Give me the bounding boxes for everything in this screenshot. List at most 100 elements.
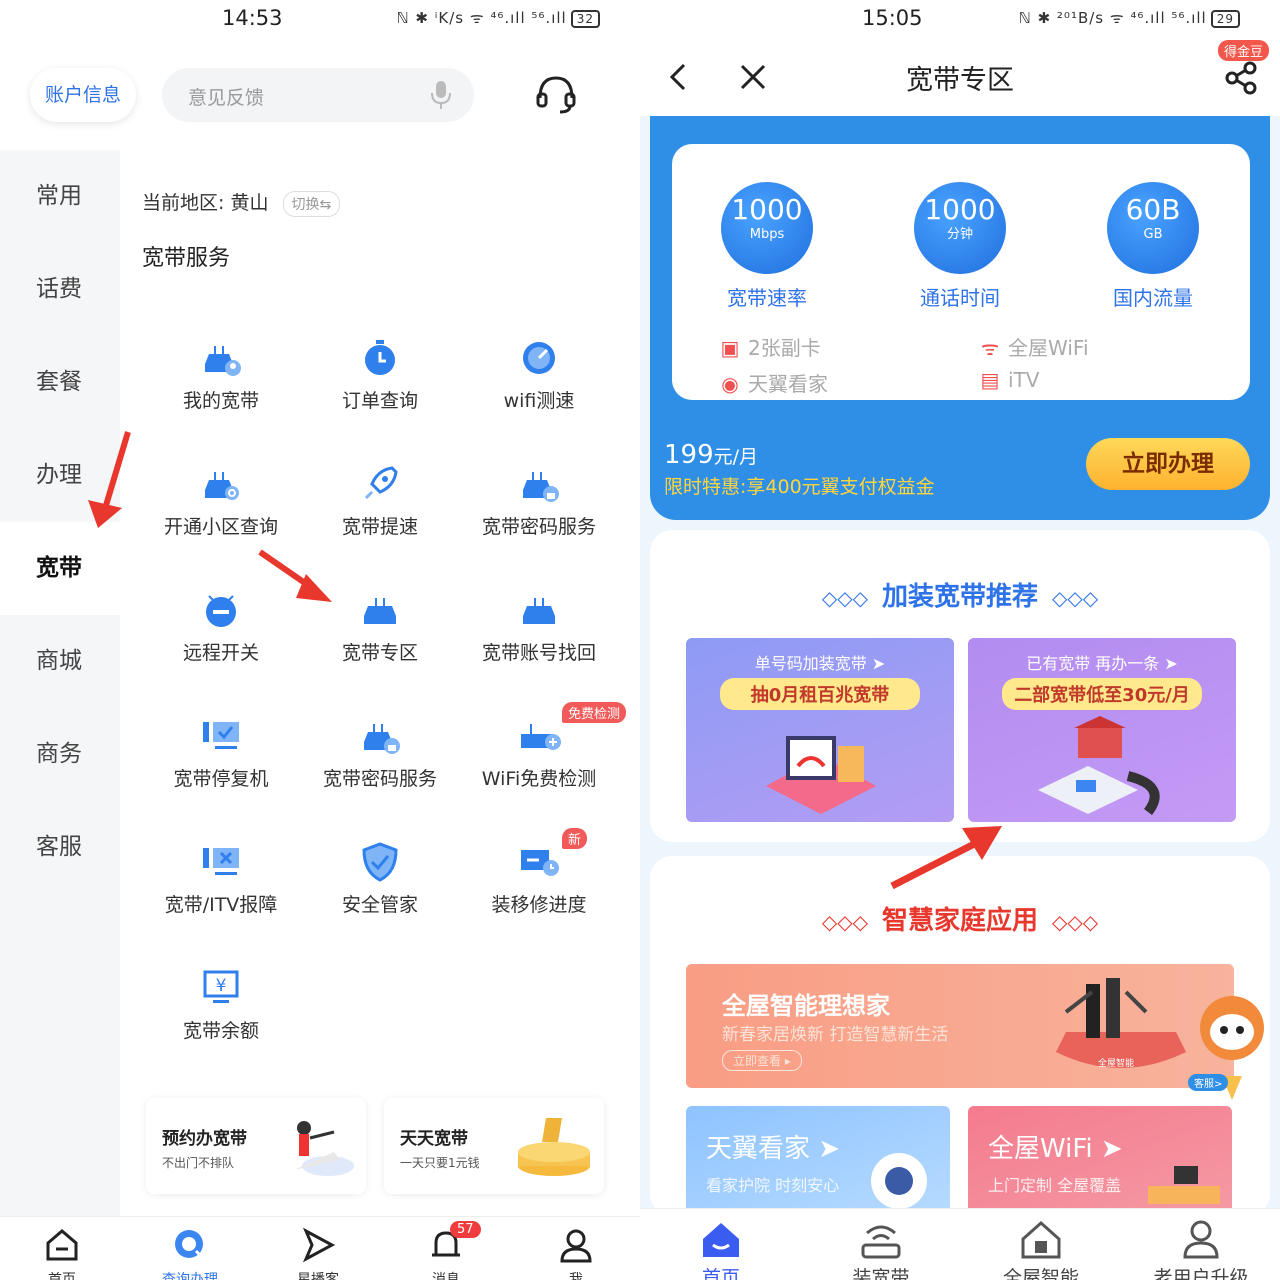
apply-now-button[interactable]: 立即办理: [1086, 438, 1250, 490]
stat-unit: 分钟: [946, 227, 973, 242]
sidebar-item-broadband[interactable]: 宽带: [0, 522, 120, 615]
service-label: 开通小区查询: [163, 516, 278, 538]
switch-region-button[interactable]: 切换⇆: [282, 190, 341, 217]
router-icon: [861, 1225, 901, 1259]
camera-illustration: [871, 1153, 927, 1209]
headset-icon[interactable]: [534, 74, 578, 118]
nav-me[interactable]: 我: [536, 1227, 616, 1280]
promo-card-appointment[interactable]: 预约办宽带 不出门不排队: [146, 1098, 366, 1194]
rocket-illustration: [294, 1121, 354, 1176]
gold-bean-badge[interactable]: 得金豆: [1218, 40, 1270, 61]
message-count-badge: 57: [450, 1221, 481, 1238]
nav-home[interactable]: 首页: [646, 1219, 796, 1280]
service-security[interactable]: 安全管家: [295, 840, 465, 940]
sidebar-item-service[interactable]: 客服: [0, 801, 120, 894]
service-label: 安全管家: [341, 894, 418, 916]
service-fault-report[interactable]: 宽带/ITV报障: [136, 840, 306, 940]
house-road-illustration: [1038, 716, 1160, 816]
mini-subtitle: 上门定制 全屋覆盖: [988, 1176, 1122, 1195]
service-my-broadband[interactable]: 我的宽带: [136, 336, 306, 436]
service-suspend-resume[interactable]: 宽带停复机: [136, 714, 306, 814]
mini-tile-home-camera[interactable]: 天翼看家 ➤ 看家护院 时刻安心: [686, 1106, 950, 1216]
router-user-icon: [205, 346, 241, 376]
nav-label: 查询办理: [162, 1272, 218, 1280]
annotation-arrow-up-right: [890, 826, 1002, 890]
nav-home[interactable]: 首页: [22, 1227, 102, 1280]
section-title: 宽带服务: [142, 246, 231, 271]
service-order-query[interactable]: 订单查询: [295, 336, 465, 436]
nav-label: 老用户升级: [1153, 1267, 1249, 1280]
promo-tile-second-broadband[interactable]: 已有宽带 再办一条 ➤ 二部宽带低至30元/月: [968, 638, 1236, 822]
nav-query[interactable]: 查询办理: [150, 1227, 230, 1280]
sidebar-item-common[interactable]: 常用: [0, 150, 120, 243]
nav-messages[interactable]: 57 消息: [406, 1221, 486, 1280]
stat-data: 60B GB 国内流量: [1058, 182, 1248, 311]
price-unit: 元/月: [713, 446, 759, 468]
stat-value: 1000: [924, 193, 996, 226]
tv-icon: ▤: [980, 368, 1000, 392]
service-install-progress[interactable]: 新 装移修进度: [454, 828, 624, 940]
monitor-progress-icon: [521, 850, 559, 876]
back-icon[interactable]: [666, 62, 690, 92]
promo-tile-single-number[interactable]: 单号码加装宽带 ➤ 抽0月租百兆宽带: [686, 638, 954, 822]
sidebar-item-plans[interactable]: 套餐: [0, 336, 120, 429]
banner-subtitle: 新春家居焕新 打造智慧新生活: [722, 1025, 949, 1045]
banner-view-button[interactable]: 立即查看 ▸: [722, 1050, 802, 1071]
service-account-recovery[interactable]: 宽带账号找回: [454, 588, 624, 688]
smart-home-banner[interactable]: 全屋智能理想家 新春家居焕新 打造智慧新生活 立即查看 ▸ 全屋智能: [686, 964, 1234, 1088]
nav-upgrade[interactable]: 老用户升级: [1126, 1219, 1276, 1280]
mini-title: 天翼看家 ➤: [706, 1134, 841, 1164]
stat-value: 60B: [1125, 193, 1181, 226]
status-bar: 14:53 ℕ ✱ ⁱK/s ᯤ ⁴⁶.ıll ⁵⁶.ıll 32: [0, 0, 640, 36]
nav-star-podcast[interactable]: 星播客: [278, 1227, 358, 1280]
close-icon[interactable]: [738, 62, 768, 92]
router-lock-icon: [523, 472, 559, 502]
stat-circle: 60B GB: [1107, 182, 1199, 274]
section-title: ◇◇◇ 智慧家庭应用 ◇◇◇: [650, 900, 1270, 937]
sidebar-item-mall[interactable]: 商城: [0, 615, 120, 708]
service-label: 订单查询: [341, 390, 418, 412]
home-icon: [46, 1229, 78, 1261]
feedback-search-input[interactable]: 意见反馈: [162, 68, 474, 122]
customer-service-mascot[interactable]: 客服>: [1188, 978, 1272, 1112]
account-info-button[interactable]: 账户信息: [30, 68, 136, 122]
stat-unit: Mbps: [749, 227, 785, 242]
promo-card-daily[interactable]: 天天宽带 一天只要1元钱: [384, 1098, 604, 1194]
service-label: wifi测速: [503, 390, 575, 412]
service-label: 宽带账号找回: [481, 642, 596, 664]
wifi-icon: ᯤ: [980, 336, 1000, 360]
nav-label: 首页: [701, 1267, 740, 1280]
new-badge: 新: [562, 828, 588, 849]
share-icon[interactable]: [1224, 60, 1260, 96]
sidebar-item-business[interactable]: 商务: [0, 708, 120, 801]
power-icon: [206, 595, 236, 627]
decor-icon: ◇◇◇: [1052, 910, 1099, 934]
stat-speed: 1000 Mbps 宽带速率: [672, 182, 862, 311]
router-search-icon: [205, 472, 239, 500]
package-details: 1000 Mbps 宽带速率 1000 分钟 通话时间 60B GB 国内流量 …: [672, 144, 1250, 400]
status-time: 14:53: [222, 6, 283, 30]
sidebar-item-phone-bill[interactable]: 话费: [0, 243, 120, 336]
service-label: 宽带密码服务: [481, 516, 596, 538]
battery-icon: 29: [1210, 10, 1240, 28]
service-wifi-speedtest[interactable]: wifi测速: [454, 336, 624, 436]
service-password-2[interactable]: 宽带密码服务: [295, 714, 465, 814]
nav-install-broadband[interactable]: 装宽带: [806, 1219, 956, 1280]
feature-label: iTV: [1008, 368, 1040, 392]
user-icon: [1183, 1220, 1219, 1259]
nav-label: 装宽带: [852, 1267, 910, 1280]
service-balance[interactable]: ¥ 宽带余额: [136, 966, 306, 1066]
nav-smart-home[interactable]: 全屋智能: [966, 1219, 1116, 1280]
service-password[interactable]: 宽带密码服务: [454, 462, 624, 562]
annotation-arrow-right: [258, 549, 332, 602]
mini-tile-whole-wifi[interactable]: 全屋WiFi ➤ 上门定制 全屋覆盖: [968, 1106, 1232, 1216]
battery-icon: 32: [570, 10, 600, 28]
service-label: 我的宽带: [182, 390, 259, 412]
annotation-arrow-down: [88, 431, 131, 528]
search-placeholder: 意见反馈: [188, 87, 265, 109]
section-title-text: 智慧家庭应用: [881, 906, 1038, 936]
service-wifi-check[interactable]: 免费检测 WiFi免费检测: [454, 702, 627, 814]
feature-itv: ▤ iTV: [978, 368, 1040, 392]
microphone-icon[interactable]: [430, 80, 452, 114]
banner-title: 全屋智能理想家: [722, 992, 890, 1020]
